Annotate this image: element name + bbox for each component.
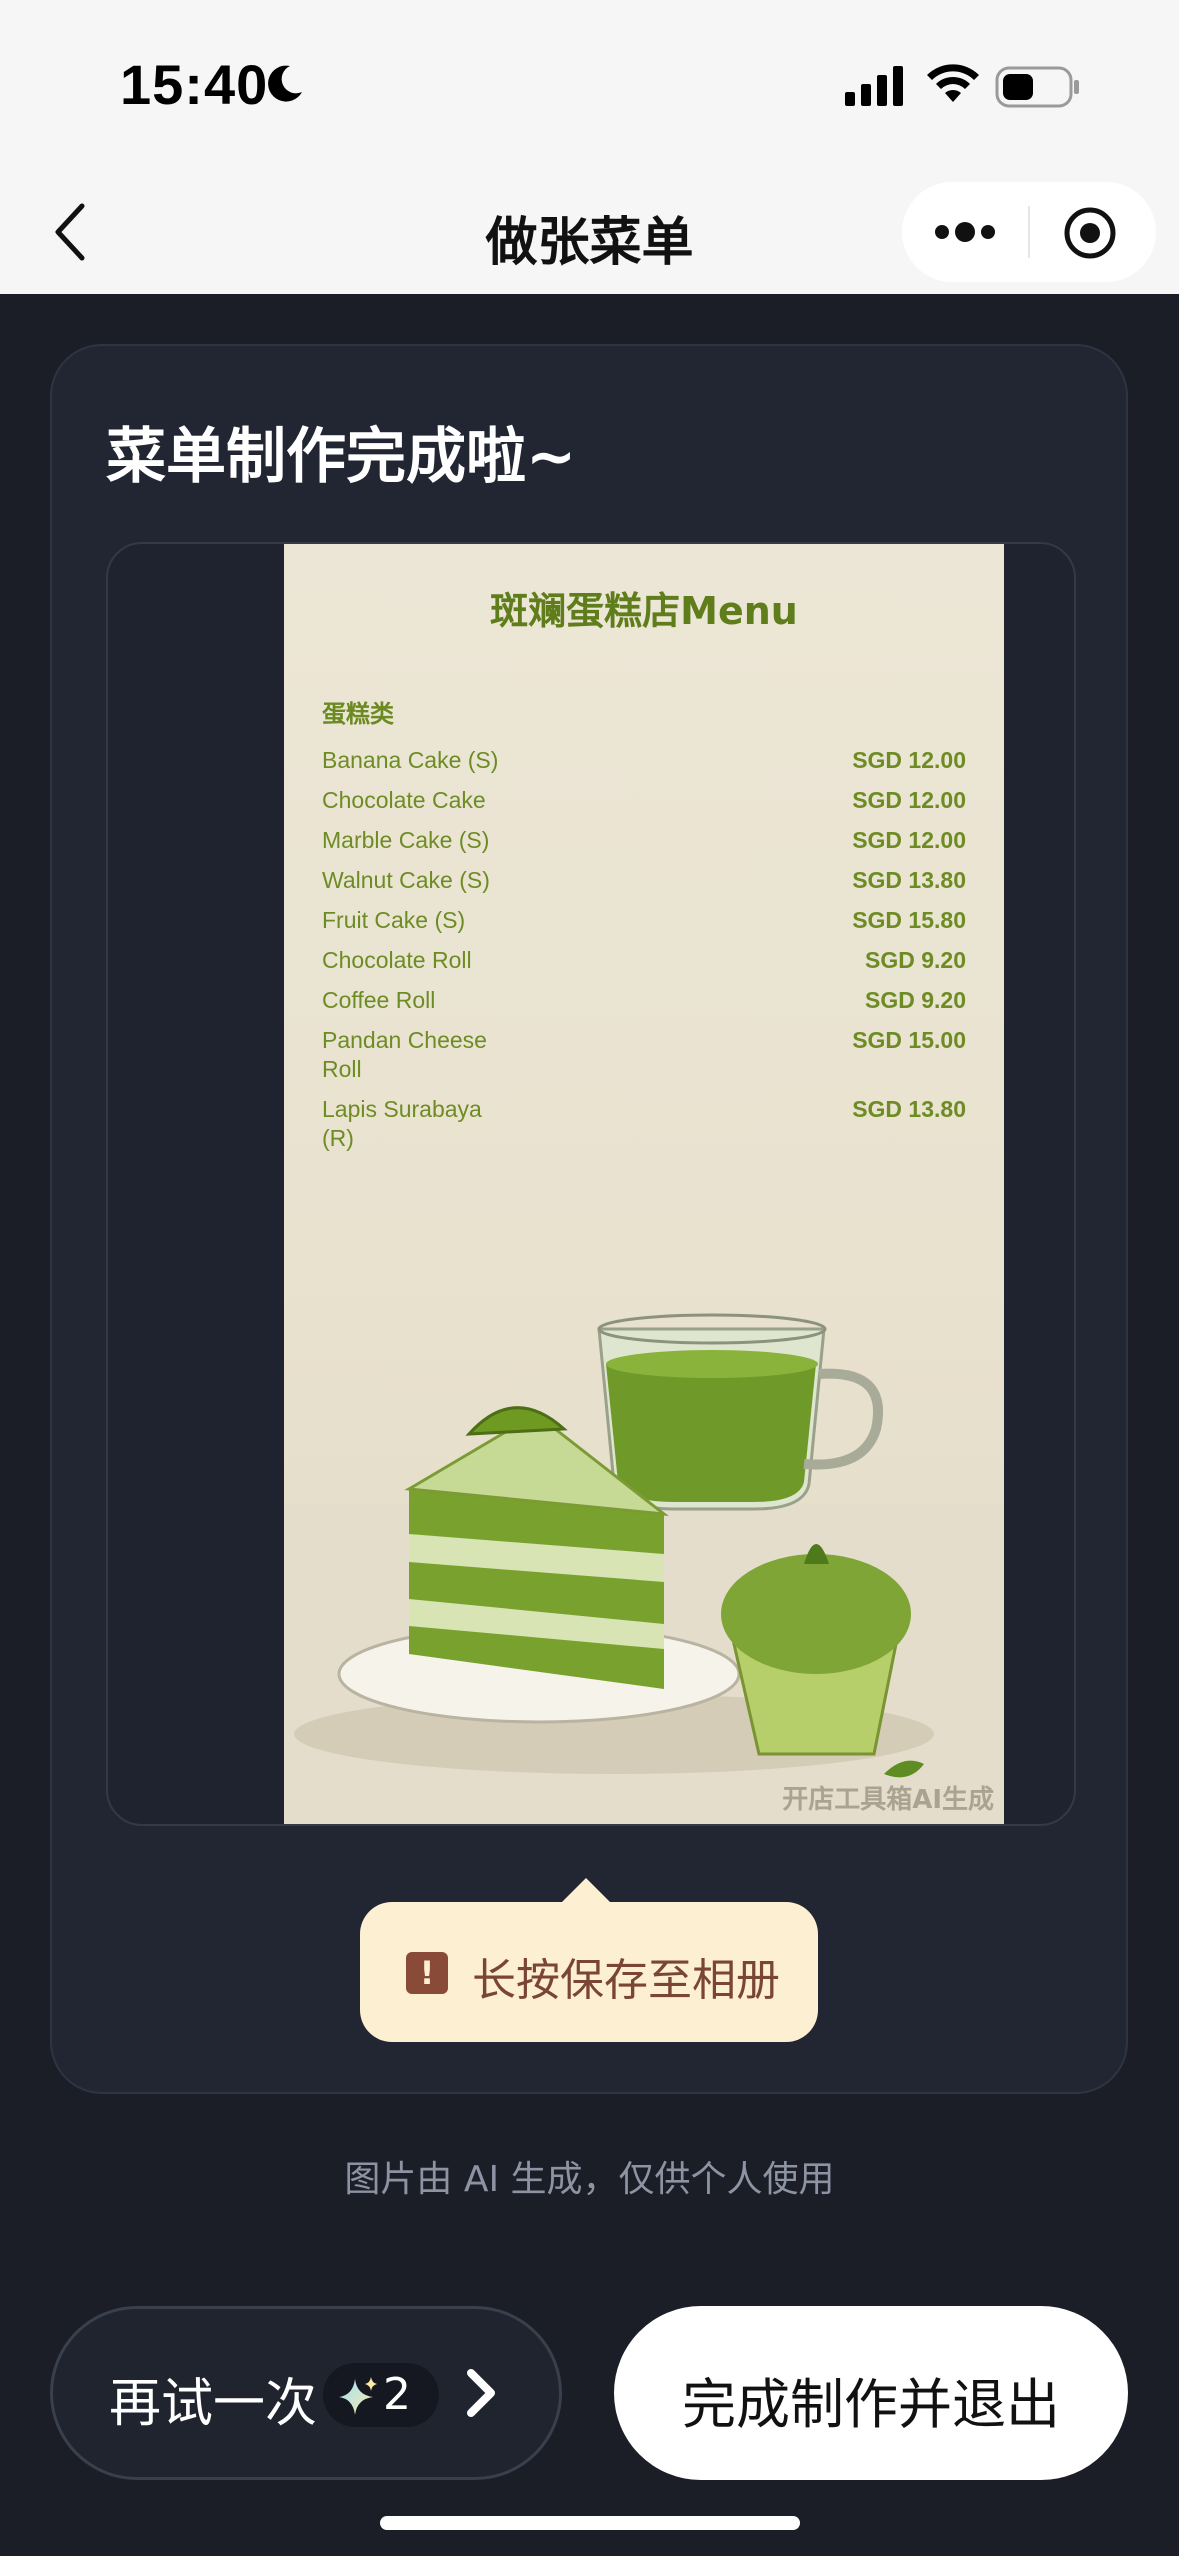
menu-item-price: SGD 15.80 <box>852 907 966 933</box>
menu-item-price: SGD 12.00 <box>852 747 966 773</box>
status-time: 15:40 <box>120 53 269 116</box>
menu-item-price: SGD 13.80 <box>852 1096 966 1122</box>
retry-label: 再试一次 <box>109 2374 318 2434</box>
menu-item-price: SGD 9.20 <box>865 947 966 973</box>
result-card: 菜单制作完成啦~ 斑斓蛋糕店Menu 蛋糕类 Banana Cake (S) SG… <box>50 344 1128 2094</box>
ai-disclaimer: 图片由 AI 生成，仅供个人使用 <box>344 2159 835 2200</box>
card-title: 菜单制作完成啦~ <box>106 422 577 492</box>
menu-item-price: SGD 9.20 <box>865 987 966 1013</box>
finish-and-exit-button[interactable]: 完成制作并退出 <box>614 2306 1128 2480</box>
finish-label: 完成制作并退出 <box>682 2373 1060 2436</box>
nav-bar: 做张菜单 <box>0 170 1179 294</box>
menu-preview-frame: 斑斓蛋糕店Menu 蛋糕类 Banana Cake (S) SGD 12.00 C… <box>106 542 1076 1826</box>
menu-item-name: Chocolate Roll <box>322 947 472 973</box>
menu-item-name: Coffee Roll <box>322 987 436 1013</box>
matcha-cake-illustration <box>284 1313 1004 1824</box>
alert-icon: ! <box>406 1952 448 1994</box>
menu-item-price: SGD 12.00 <box>852 827 966 853</box>
menu-item: Pandan Cheese Roll SGD 15.00 <box>322 1026 966 1084</box>
home-indicator[interactable] <box>380 2516 800 2530</box>
menu-item: Banana Cake (S) SGD 12.00 <box>322 746 966 775</box>
menu-image[interactable]: 斑斓蛋糕店Menu 蛋糕类 Banana Cake (S) SGD 12.00 C… <box>284 544 1004 1824</box>
close-miniprogram-icon[interactable] <box>1062 205 1118 261</box>
mini-program-capsule <box>902 182 1156 282</box>
sparkle-icon <box>339 2377 377 2415</box>
save-hint-tooltip: ! 长按保存至相册 <box>360 1878 818 2042</box>
status-bar: 15:40 <box>0 0 1179 170</box>
menu-item-name: Lapis Surabaya (R) <box>322 1096 482 1151</box>
menu-item-price: SGD 13.80 <box>852 867 966 893</box>
menu-item: Chocolate Roll SGD 9.20 <box>322 946 966 975</box>
ai-watermark: 开店工具箱AI生成 <box>782 1785 994 1815</box>
menu-item: Coffee Roll SGD 9.20 <box>322 986 966 1015</box>
menu-item: Marble Cake (S) SGD 12.00 <box>322 826 966 855</box>
menu-item-price: SGD 12.00 <box>852 787 966 813</box>
retry-button[interactable]: 再试一次 2 <box>50 2306 562 2480</box>
menu-item-name: Marble Cake (S) <box>322 827 490 853</box>
menu-item: Walnut Cake (S) SGD 13.80 <box>322 866 966 895</box>
retry-credit-badge: 2 <box>323 2363 439 2427</box>
wifi-icon <box>927 64 979 102</box>
menu-item-list: Banana Cake (S) SGD 12.00 Chocolate Cake S… <box>322 746 966 1164</box>
menu-item: Lapis Surabaya (R) SGD 13.80 <box>322 1095 966 1153</box>
chevron-right-icon <box>467 2369 495 2417</box>
menu-item-name: Chocolate Cake <box>322 787 486 813</box>
menu-item-price: SGD 15.00 <box>852 1027 966 1053</box>
menu-item: Fruit Cake (S) SGD 15.80 <box>322 906 966 935</box>
moon-icon <box>268 65 302 102</box>
battery-icon <box>995 66 1079 108</box>
menu-category: 蛋糕类 <box>322 700 394 728</box>
cellular-signal-icon <box>845 66 903 106</box>
menu-item: Chocolate Cake SGD 12.00 <box>322 786 966 815</box>
menu-item-name: Banana Cake (S) <box>322 747 499 773</box>
menu-item-name: Fruit Cake (S) <box>322 907 466 933</box>
more-icon[interactable] <box>932 212 998 252</box>
capsule-divider <box>1028 206 1030 258</box>
menu-title: 斑斓蛋糕店Menu <box>490 589 798 633</box>
retry-count: 2 <box>383 2369 411 2420</box>
menu-item-name: Walnut Cake (S) <box>322 867 490 893</box>
menu-item-name: Pandan Cheese Roll <box>322 1027 487 1082</box>
save-hint-text: 长按保存至相册 <box>472 1955 780 2006</box>
